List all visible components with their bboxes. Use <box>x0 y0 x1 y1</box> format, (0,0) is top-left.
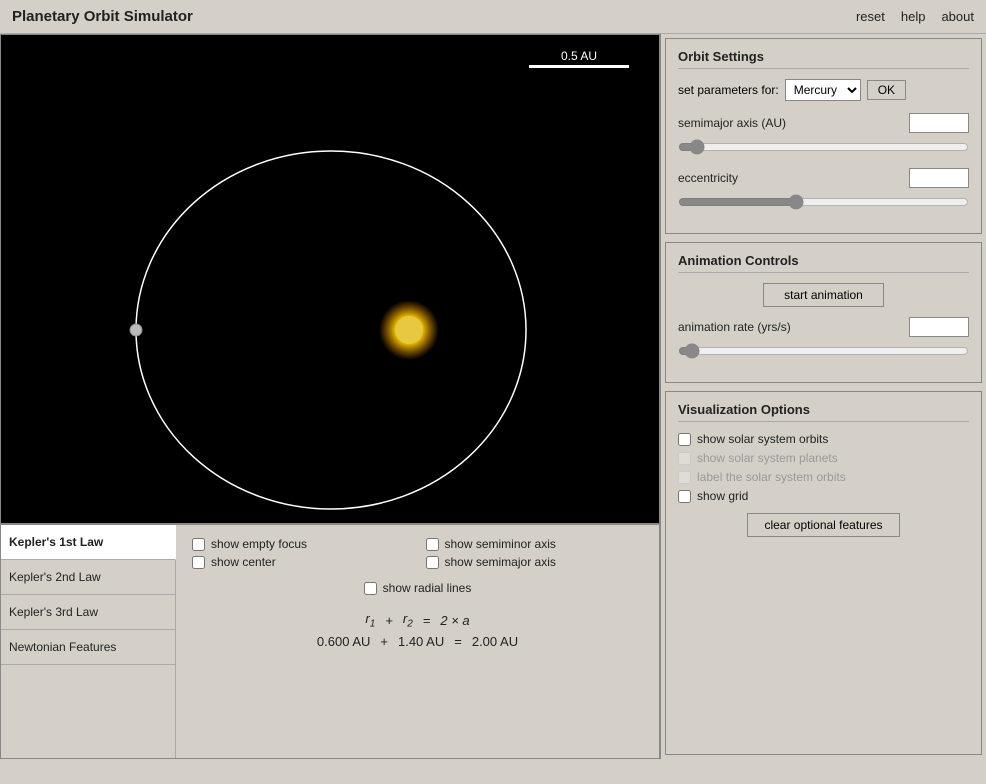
planet-select[interactable]: Mercury Venus Earth Mars Jupiter Saturn … <box>785 79 861 101</box>
show-empty-focus-row: show empty focus <box>192 537 410 551</box>
options-panel: show empty focus show semiminor axis sho… <box>176 525 659 758</box>
tab-newtonian[interactable]: Newtonian Features <box>1 630 175 665</box>
eccentricity-row: eccentricity 0.400 <box>678 168 969 188</box>
eq-2xa: 2 × a <box>440 613 469 628</box>
top-nav: reset help about <box>856 9 974 24</box>
canvas-area: 0.5 AU <box>0 34 660 524</box>
show-solar-planets-checkbox[interactable] <box>678 452 691 465</box>
val-2xa: 2.00 AU <box>472 634 518 649</box>
semimajor-slider[interactable] <box>678 139 969 155</box>
val-r2: 1.40 AU <box>398 634 444 649</box>
animation-title: Animation Controls <box>678 253 969 273</box>
animation-panel: Animation Controls start animation anima… <box>665 242 982 383</box>
show-solar-orbits-checkbox[interactable] <box>678 433 691 446</box>
top-bar: Planetary Orbit Simulator reset help abo… <box>0 0 986 34</box>
planet-dot <box>130 324 142 336</box>
about-link[interactable]: about <box>941 9 974 24</box>
show-radial-row: show radial lines <box>364 581 472 595</box>
reset-link[interactable]: reset <box>856 9 885 24</box>
show-radial-label: show radial lines <box>383 581 472 595</box>
right-column: Orbit Settings set parameters for: Mercu… <box>660 34 986 759</box>
val-r1: 0.600 AU <box>317 634 371 649</box>
show-semiminor-label: show semiminor axis <box>445 537 556 551</box>
label-orbits-row: label the solar system orbits <box>678 470 969 484</box>
show-solar-planets-label: show solar system planets <box>697 451 838 465</box>
sun-body <box>395 316 423 344</box>
bottom-controls: Kepler's 1st Law Kepler's 2nd Law Kepler… <box>0 524 660 759</box>
show-semiminor-row: show semiminor axis <box>426 537 644 551</box>
show-grid-label: show grid <box>697 489 748 503</box>
anim-rate-slider[interactable] <box>678 343 969 359</box>
help-link[interactable]: help <box>901 9 926 24</box>
show-solar-planets-row: show solar system planets <box>678 451 969 465</box>
eccentricity-label: eccentricity <box>678 171 738 185</box>
app-title: Planetary Orbit Simulator <box>12 8 193 25</box>
viz-title: Visualization Options <box>678 402 969 422</box>
show-grid-checkbox[interactable] <box>678 490 691 503</box>
show-center-checkbox[interactable] <box>192 556 205 569</box>
left-column: 0.5 AU <box>0 34 660 759</box>
semimajor-input[interactable]: 1.00 <box>909 113 969 133</box>
semimajor-label: semimajor axis (AU) <box>678 116 786 130</box>
anim-rate-slider-row <box>678 343 969 362</box>
eq-equals1: = <box>423 613 431 628</box>
radial-row: show radial lines <box>192 581 643 595</box>
show-solar-orbits-row: show solar system orbits <box>678 432 969 446</box>
anim-rate-row: animation rate (yrs/s) 0.20 <box>678 317 969 337</box>
options-grid: show empty focus show semiminor axis sho… <box>192 537 643 569</box>
semimajor-slider-row <box>678 139 969 158</box>
show-solar-orbits-label: show solar system orbits <box>697 432 828 446</box>
show-grid-row: show grid <box>678 489 969 503</box>
tab-kepler3[interactable]: Kepler's 3rd Law <box>1 595 175 630</box>
orbit-ellipse <box>136 151 526 509</box>
clear-features-button[interactable]: clear optional features <box>747 513 899 537</box>
equation-math: r1 + r2 = 2 × a <box>192 611 643 630</box>
viz-panel: Visualization Options show solar system … <box>665 391 982 755</box>
eq-r2: r2 <box>403 611 413 630</box>
law-tabs: Kepler's 1st Law Kepler's 2nd Law Kepler… <box>1 525 176 758</box>
val-equals: = <box>454 634 462 649</box>
tab-kepler1[interactable]: Kepler's 1st Law <box>1 525 176 560</box>
show-center-row: show center <box>192 555 410 569</box>
eq-plus1: + <box>385 613 393 628</box>
val-plus: + <box>380 634 388 649</box>
orbit-settings-title: Orbit Settings <box>678 49 969 69</box>
show-radial-checkbox[interactable] <box>364 582 377 595</box>
ok-button[interactable]: OK <box>867 80 906 100</box>
show-semimajor-row: show semimajor axis <box>426 555 644 569</box>
orbit-svg <box>1 35 659 523</box>
equation-values: 0.600 AU + 1.40 AU = 2.00 AU <box>192 634 643 649</box>
equation-display: r1 + r2 = 2 × a 0.600 AU + 1.40 AU = 2.0… <box>192 611 643 649</box>
tab-kepler2[interactable]: Kepler's 2nd Law <box>1 560 175 595</box>
show-semimajor-label: show semimajor axis <box>445 555 556 569</box>
eq-r1: r1 <box>365 611 375 630</box>
eccentricity-slider-row <box>678 194 969 213</box>
eccentricity-slider[interactable] <box>678 194 969 210</box>
anim-rate-label: animation rate (yrs/s) <box>678 320 791 334</box>
semimajor-row: semimajor axis (AU) 1.00 <box>678 113 969 133</box>
orbit-settings-panel: Orbit Settings set parameters for: Mercu… <box>665 38 982 234</box>
show-semimajor-checkbox[interactable] <box>426 556 439 569</box>
show-semiminor-checkbox[interactable] <box>426 538 439 551</box>
start-animation-button[interactable]: start animation <box>763 283 884 307</box>
label-orbits-checkbox[interactable] <box>678 471 691 484</box>
label-orbits-label: label the solar system orbits <box>697 470 846 484</box>
show-center-label: show center <box>211 555 276 569</box>
show-empty-focus-checkbox[interactable] <box>192 538 205 551</box>
eccentricity-input[interactable]: 0.400 <box>909 168 969 188</box>
main-layout: 0.5 AU <box>0 34 986 759</box>
set-params-row: set parameters for: Mercury Venus Earth … <box>678 79 969 101</box>
set-params-label: set parameters for: <box>678 83 779 97</box>
show-empty-focus-label: show empty focus <box>211 537 307 551</box>
anim-rate-input[interactable]: 0.20 <box>909 317 969 337</box>
